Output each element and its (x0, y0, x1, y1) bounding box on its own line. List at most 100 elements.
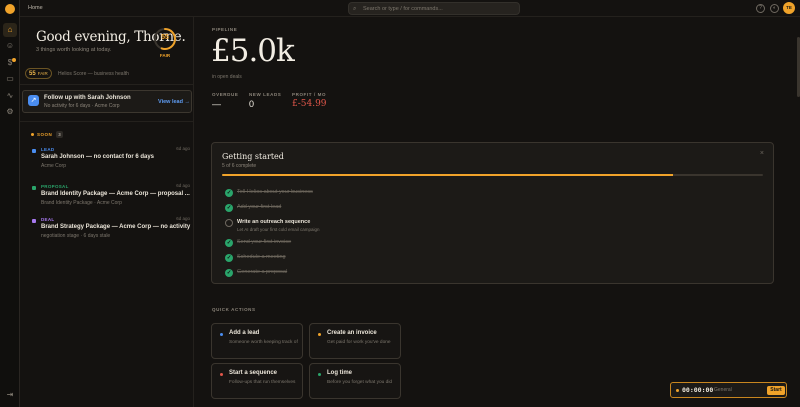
greeting-subtitle: 3 things worth looking at today. (36, 47, 112, 53)
kpi-label: PROFIT / MO (292, 92, 327, 97)
view-lead-link[interactable]: View lead → (158, 99, 190, 105)
pipeline-label: PIPELINE (212, 27, 238, 32)
follow-up-card[interactable]: ↗ Follow up with Sarah Johnson No activi… (22, 90, 192, 113)
quick-action-title: Add a lead (229, 330, 260, 336)
quick-action-dot (318, 373, 321, 376)
timer-project-select[interactable]: General (714, 387, 732, 393)
checklist-item-hint: Let AI draft your first cold email campa… (237, 227, 320, 232)
home-icon[interactable]: ⌂ (3, 23, 17, 37)
item-title: Sarah Johnson — no contact for 6 days (41, 154, 155, 160)
app-logo-icon[interactable] (5, 4, 15, 14)
settings-icon[interactable]: ⚙ (3, 105, 17, 119)
list-item[interactable]: PROPOSAL 6d ago Brand Identity Package — A… (32, 183, 190, 213)
item-type-dot (32, 186, 36, 190)
briefing-panel: Good evening, Thorne. 3 things worth loo… (20, 17, 194, 407)
item-subtitle: negotiation stage · 6 days stale (41, 233, 111, 239)
getting-started-title: Getting started (222, 152, 284, 161)
quick-action-subtitle: Before you forget what you did (327, 380, 393, 385)
pipeline-value: £5.0k (211, 33, 295, 69)
quick-action-title: Start a sequence (229, 370, 278, 376)
quick-action-subtitle: Follow-ups that run themselves (229, 380, 296, 385)
item-tag: DEAL (41, 217, 55, 222)
briefcase-icon[interactable]: ▭ (3, 72, 17, 86)
kpi-label: NEW LEADS (249, 92, 282, 97)
logout-icon[interactable]: ⇥ (3, 388, 17, 402)
kpi-new-leads[interactable]: NEW LEADS 0 (249, 92, 282, 109)
avatar[interactable]: TE (783, 2, 795, 14)
divider (20, 84, 194, 85)
checklist-item-label: Write an outreach sequence (237, 219, 311, 225)
search-icon: ⌕ (353, 6, 357, 12)
quick-action-title: Create an invoice (327, 330, 377, 336)
quick-action-button[interactable]: Add a lead Someone worth keeping track of (211, 323, 303, 359)
empty-circle-icon (225, 219, 233, 227)
item-title: Brand Strategy Package — Acme Corp — no … (41, 224, 191, 230)
quick-action-dot (220, 373, 223, 376)
item-type-dot (32, 149, 36, 153)
check-icon: ✓ (225, 189, 233, 197)
check-icon: ✓ (225, 204, 233, 212)
quick-action-button[interactable]: Start a sequence Follow-ups that run them… (211, 363, 303, 399)
item-subtitle: Acme Corp (41, 163, 67, 169)
item-title: Brand Identity Package — Acme Corp — pro… (41, 191, 190, 197)
item-age: 6d ago (176, 216, 190, 221)
quick-action-subtitle: Get paid for work you've done (327, 340, 391, 345)
health-badge[interactable]: 55 FAIR (25, 68, 52, 79)
list-item[interactable]: LEAD 6d ago Sarah Johnson — no contact for… (32, 146, 190, 176)
kpi-profit[interactable]: PROFIT / MO £-54.99 (292, 92, 327, 109)
nav-rail: ⌂ ☺ $ ▭ ∿ ⚙ ⇥ (0, 0, 20, 407)
breadcrumb[interactable]: Home (28, 5, 43, 11)
quick-action-button[interactable]: Create an invoice Get paid for work you'v… (309, 323, 401, 359)
kpi-overdue[interactable]: OVERDUE — (212, 92, 239, 109)
kpi-value: £-54.99 (292, 99, 327, 109)
main-panel: PIPELINE £5.0k in open deals OVERDUE — N… (194, 17, 800, 407)
getting-started-card: Getting started 5 of 6 complete × ✓ Tell … (211, 142, 774, 284)
pipeline-subtitle: in open deals (212, 74, 242, 80)
list-item[interactable]: DEAL 6d ago Brand Strategy Package — Acme … (32, 216, 190, 246)
quick-action-dot (220, 333, 223, 336)
quick-actions-label: QUICK ACTIONS (212, 307, 256, 312)
kpi-label: OVERDUE (212, 92, 239, 97)
soon-header: SOON 3 (31, 131, 64, 138)
progress-bar (222, 174, 763, 176)
check-icon: ✓ (225, 239, 233, 247)
close-icon[interactable]: × (760, 150, 764, 157)
search-input[interactable]: ⌕ Search or type / for commands... (348, 2, 520, 15)
time-tracker: 00:00:00 General Start (670, 382, 787, 398)
quick-action-subtitle: Someone worth keeping track of (229, 340, 298, 345)
item-type-dot (32, 219, 36, 223)
soon-dot (31, 133, 34, 137)
check-icon: ✓ (225, 254, 233, 262)
activity-icon[interactable]: ∿ (3, 89, 17, 103)
kpi-value: — (212, 99, 221, 109)
quick-action-button[interactable]: Log time Before you forget what you did (309, 363, 401, 399)
follow-up-title: Follow up with Sarah Johnson (44, 95, 131, 101)
timer-dot (676, 389, 679, 392)
quick-action-dot (318, 333, 321, 336)
item-age: 6d ago (176, 183, 190, 188)
checklist-item-label: Schedule a meeting (237, 254, 286, 260)
start-timer-button[interactable]: Start (767, 386, 785, 395)
checklist-item-label: Tell Helios about your business (237, 189, 313, 195)
item-tag: LEAD (41, 147, 55, 152)
health-score-label: FAIR (159, 53, 171, 58)
checklist-item-label: Add your first lead (237, 204, 282, 210)
progress-fill (222, 174, 673, 176)
health-badge-num: 55 (29, 71, 36, 77)
item-age: 6d ago (176, 146, 190, 151)
item-tag: PROPOSAL (41, 184, 69, 189)
follow-up-icon: ↗ (28, 95, 39, 106)
theme-icon[interactable]: ◐ (770, 4, 779, 13)
check-icon: ✓ (225, 269, 233, 277)
getting-started-progress-text: 5 of 6 complete (222, 163, 257, 169)
top-bar: Home ⌕ Search or type / for commands... … (20, 0, 800, 17)
divider (20, 121, 194, 122)
health-caption: Helios Score — business health (58, 71, 129, 77)
search-placeholder: Search or type / for commands... (363, 6, 443, 12)
item-subtitle: Brand Identity Package · Acme Corp (41, 200, 122, 206)
soon-count: 3 (56, 131, 64, 138)
help-icon[interactable]: ? (756, 4, 765, 13)
health-badge-label: FAIR (37, 71, 48, 76)
contacts-icon[interactable]: ☺ (3, 39, 17, 53)
notification-dot (12, 58, 16, 62)
